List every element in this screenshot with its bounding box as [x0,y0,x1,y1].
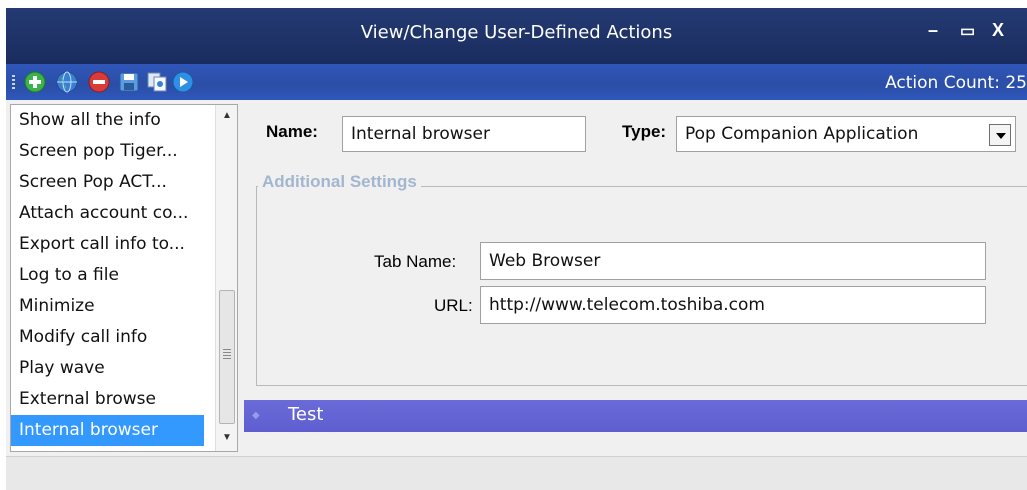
list-item[interactable]: Screen pop Tiger... [11,136,204,167]
actions-list-items: Show all the info Screen pop Tiger... Scre… [11,105,237,446]
toolbar-grip-icon[interactable] [12,75,15,91]
window-title: View/Change User-Defined Actions [360,22,673,43]
chevron-down-icon[interactable] [989,124,1011,146]
test-panel-header[interactable]: ◆ Test [244,400,1027,432]
minimize-button[interactable]: – [928,20,938,41]
type-dropdown-value: Pop Companion Application [685,124,919,144]
list-item[interactable]: Screen Pop ACT... [11,167,204,198]
list-item[interactable]: Internal browser [11,415,204,446]
list-item[interactable]: Minimize [11,291,204,322]
name-label: Name: [266,122,318,141]
scroll-up-arrow-icon[interactable]: ▲ [216,105,237,127]
scroll-down-arrow-icon[interactable]: ▼ [216,427,237,449]
list-scrollbar[interactable]: ▲ ▼ [215,105,237,451]
close-button[interactable]: X [992,20,1004,41]
tab-name-label: Tab Name: [374,252,457,271]
tab-name-field[interactable]: Web Browser [480,242,986,280]
toolbar: Action Count: 25 [6,64,1027,100]
status-bar [6,456,1027,490]
list-item[interactable]: Play wave [11,353,204,384]
list-item[interactable]: Log to a file [11,260,204,291]
name-field[interactable]: Internal browser [342,116,586,152]
maximize-button[interactable]: ▭ [960,21,975,41]
scroll-grip-icon [223,349,231,359]
actions-list[interactable]: Show all the info Screen pop Tiger... Scre… [10,104,238,452]
globe-icon[interactable] [56,71,78,93]
play-icon[interactable] [172,71,194,93]
list-item[interactable]: Modify call info [11,322,204,353]
add-icon[interactable] [24,71,46,93]
scroll-thumb[interactable] [219,290,235,424]
expand-icon: ◆ [252,410,260,421]
save-icon[interactable] [118,71,140,93]
list-item[interactable]: Export call info to... [11,229,204,260]
url-label: URL: [434,296,473,315]
content-area: Show all the info Screen pop Tiger... Scre… [6,100,1027,456]
user-defined-actions-window: View/Change User-Defined Actions – ▭ X A… [6,8,1027,490]
copy-icon[interactable] [146,71,168,93]
title-bar[interactable]: View/Change User-Defined Actions – ▭ X [6,8,1027,64]
type-dropdown[interactable]: Pop Companion Application [676,116,1016,152]
type-label: Type: [622,122,667,141]
url-field[interactable]: http://www.telecom.toshiba.com [480,286,986,324]
list-item[interactable]: External browse [11,384,204,415]
list-item[interactable]: Show all the info [11,105,204,136]
list-item[interactable]: Attach account co... [11,198,204,229]
action-details-pane: Name: Internal browser Type: Pop Compani… [244,100,1027,456]
additional-settings-title: Additional Settings [258,172,421,192]
action-count-label: Action Count: 25 [885,73,1027,93]
test-label: Test [288,404,324,425]
remove-icon[interactable] [88,71,110,93]
